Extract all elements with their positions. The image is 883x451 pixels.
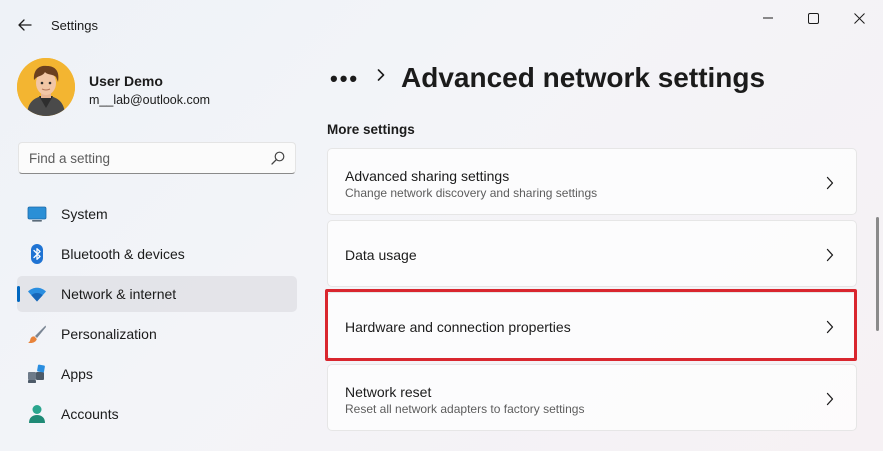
chevron-right-icon [826,392,834,406]
avatar-image-icon [17,58,75,116]
advanced-sharing-settings-card[interactable]: Advanced sharing settings Change network… [327,148,857,215]
title-bar: Settings [0,0,883,48]
data-usage-card[interactable]: Data usage [327,220,857,287]
sidebar-item-system[interactable]: System [17,196,297,232]
network-reset-card[interactable]: Network reset Reset all network adapters… [327,364,857,431]
chevron-right-icon [377,69,385,81]
window-title: Settings [51,18,98,33]
avatar [17,58,75,116]
minimize-button[interactable] [745,4,791,32]
sidebar-item-label: System [61,206,108,222]
search-icon[interactable] [271,151,285,165]
bluetooth-icon [31,244,43,264]
search-input[interactable]: Find a setting [18,142,296,174]
sidebar-item-apps[interactable]: Apps [17,356,297,392]
wifi-icon [28,287,46,302]
breadcrumb-overflow-button[interactable]: ••• [330,66,359,92]
scrollbar[interactable] [876,217,879,331]
sidebar-nav: System Bluetooth & devices Network & int… [17,196,297,436]
sidebar-item-bluetooth[interactable]: Bluetooth & devices [17,236,297,272]
chevron-right-icon [826,248,834,262]
sidebar-item-label: Accounts [61,406,119,422]
minimize-icon [763,17,773,19]
page-title: Advanced network settings [401,62,766,93]
apps-icon [28,364,45,383]
sidebar-item-label: Personalization [61,326,157,342]
highlight-box [325,289,857,361]
card-subtitle: Reset all network adapters to factory se… [345,402,585,416]
card-subtitle: Change network discovery and sharing set… [345,186,598,200]
user-name: User Demo [89,73,163,89]
sidebar-item-label: Apps [61,366,93,382]
brush-icon [28,325,46,343]
sidebar-item-accounts[interactable]: Accounts [17,396,297,432]
user-email: m__lab@outlook.com [89,93,211,107]
back-button[interactable] [12,12,38,38]
sidebar-item-personalization[interactable]: Personalization [17,316,297,352]
card-title: Advanced sharing settings [345,168,510,184]
card-title: Network reset [345,384,432,400]
chevron-right-icon [826,176,834,190]
sidebar-item-label: Network & internet [61,286,177,302]
selection-indicator [17,286,20,302]
section-title: More settings [327,122,415,137]
card-title: Data usage [345,247,417,263]
sidebar-item-network[interactable]: Network & internet [17,276,297,312]
monitor-icon [27,206,47,222]
search-placeholder: Find a setting [29,151,111,166]
person-icon [29,405,45,423]
close-icon [853,12,865,24]
back-arrow-icon [18,19,32,31]
maximize-icon [807,12,819,24]
close-button[interactable] [836,4,882,32]
sidebar-item-label: Bluetooth & devices [61,246,185,262]
maximize-button[interactable] [790,4,836,32]
